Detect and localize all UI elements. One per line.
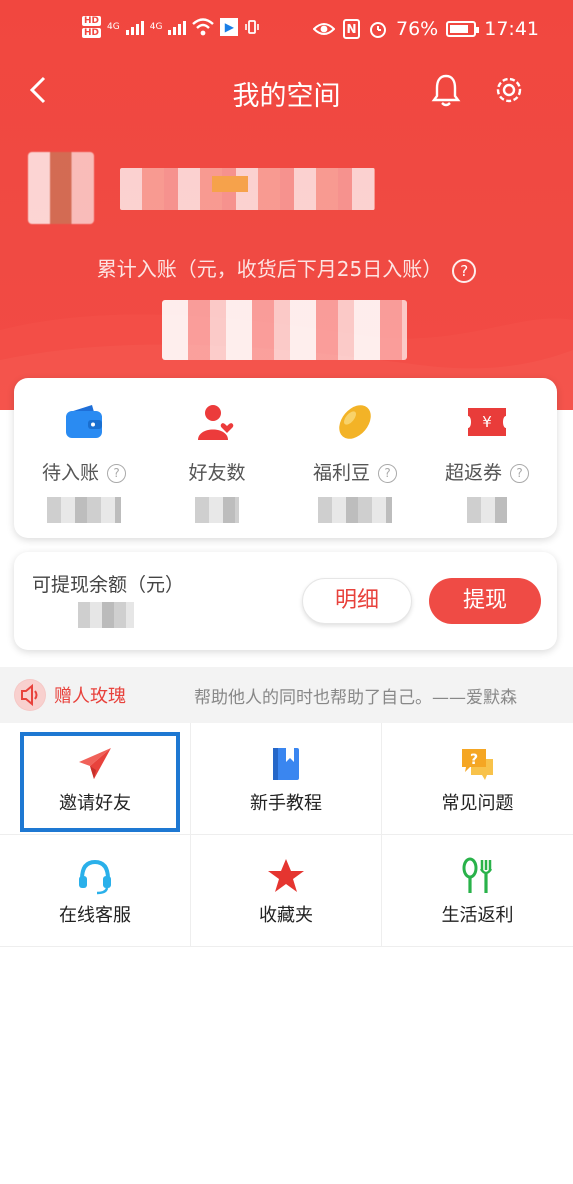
- alarm-icon: [370, 22, 386, 38]
- stat-beans[interactable]: 福利豆?: [290, 400, 420, 523]
- announcement-bar[interactable]: 赠人玫瑰 帮助他人的同时也帮助了自己。——爱默森: [0, 667, 573, 723]
- hd-icon: HD: [82, 28, 102, 38]
- vibrate-icon: [245, 20, 260, 34]
- grid-item-label: 收藏夹: [259, 905, 313, 926]
- stats-card: 待入账? 好友数 福利豆? ¥ 超返券?: [14, 378, 557, 538]
- headset-icon: [79, 859, 111, 895]
- clock: 17:41: [484, 18, 539, 40]
- battery-icon: [446, 21, 480, 37]
- grid-item-tutorial[interactable]: 新手教程: [191, 723, 382, 835]
- help-icon[interactable]: ?: [452, 258, 477, 283]
- stat-pending[interactable]: 待入账?: [19, 400, 149, 523]
- withdraw-card: 可提现余额（元） 明细 提现: [14, 552, 557, 650]
- star-icon: [268, 859, 304, 892]
- withdrawable-value-redacted: [78, 602, 134, 628]
- detail-button[interactable]: 明细: [302, 578, 412, 624]
- network-type: 4G: [149, 22, 163, 32]
- paper-plane-icon: [79, 748, 111, 779]
- my-space-page: HD HD 4G 4G ▶ N 76% 17:41 我的空间 累计入账（元，收货…: [0, 0, 573, 1184]
- signal-icon: [168, 19, 187, 35]
- svg-text:?: ?: [469, 752, 477, 768]
- announcement-text: 帮助他人的同时也帮助了自己。——爱默森: [194, 688, 517, 708]
- status-left: HD HD 4G 4G ▶: [82, 16, 260, 38]
- earnings-label-text: 累计入账（元，收货后下月25日入账）: [96, 257, 443, 281]
- stat-label: 福利豆: [312, 462, 370, 484]
- earnings-amount-redacted: [162, 300, 407, 360]
- username-redacted: [120, 168, 375, 210]
- svg-text:¥: ¥: [482, 413, 492, 431]
- grid-item-faq[interactable]: ? 常见问题: [382, 723, 573, 835]
- grid-item-label: 在线客服: [59, 905, 131, 926]
- signal-icon: [125, 19, 144, 35]
- nfc-icon: N: [343, 19, 360, 39]
- grid-item-online-service[interactable]: 在线客服: [0, 835, 191, 947]
- stat-label: 超返券: [444, 462, 502, 484]
- feature-grid: 邀请好友 新手教程 ? 常见问题 在线客服 收藏夹 生活返利: [0, 723, 573, 947]
- grid-item-label: 新手教程: [250, 793, 322, 814]
- stat-coupons[interactable]: ¥ 超返券?: [422, 400, 552, 523]
- nav-bar: 我的空间: [0, 64, 573, 120]
- announcement-tag: 赠人玫瑰: [54, 686, 126, 707]
- help-icon[interactable]: ?: [378, 464, 397, 483]
- network-type: 4G: [107, 22, 120, 32]
- help-icon[interactable]: ?: [107, 464, 126, 483]
- stat-value-redacted: [467, 497, 507, 523]
- status-right: N 76% 17:41: [313, 18, 539, 40]
- withdrawable-label: 可提现余额（元）: [32, 574, 185, 596]
- withdraw-button[interactable]: 提现: [429, 578, 541, 624]
- question-chat-icon: ?: [461, 749, 493, 780]
- status-bar: HD HD 4G 4G ▶ N 76% 17:41: [0, 0, 573, 64]
- speaker-icon: [14, 679, 46, 711]
- grid-item-invite-friends[interactable]: 邀请好友: [0, 723, 191, 835]
- avatar[interactable]: [28, 152, 94, 224]
- stat-friends[interactable]: 好友数: [152, 400, 282, 523]
- grid-item-favorites[interactable]: 收藏夹: [191, 835, 382, 947]
- stat-value-redacted: [318, 497, 392, 523]
- grid-item-label: 邀请好友: [59, 793, 131, 814]
- bean-icon: [339, 405, 371, 439]
- hd-icon: HD: [82, 16, 102, 26]
- grid-item-label: 生活返利: [441, 905, 514, 926]
- battery-percent: 76%: [396, 18, 439, 40]
- wifi-icon: [192, 18, 215, 36]
- stat-label: 好友数: [188, 462, 246, 484]
- eye-icon: [313, 23, 335, 35]
- wallet-icon: [66, 405, 102, 438]
- book-icon: [273, 748, 299, 780]
- stat-value-redacted: [47, 497, 121, 523]
- stat-value-redacted: [195, 497, 239, 523]
- coupon-icon: ¥: [468, 408, 506, 436]
- level-badge: [212, 176, 248, 192]
- page-title: 我的空间: [232, 81, 341, 112]
- fork-knife-icon: [462, 857, 492, 893]
- app-notification-icon: ▶: [220, 18, 239, 36]
- gear-icon[interactable]: [492, 72, 526, 108]
- help-icon[interactable]: ?: [510, 464, 529, 483]
- friends-icon: [198, 405, 235, 440]
- hd-badges: HD HD: [82, 16, 102, 38]
- bell-icon[interactable]: [430, 72, 462, 108]
- grid-item-label: 常见问题: [441, 793, 514, 814]
- grid-item-life-rebate[interactable]: 生活返利: [382, 835, 573, 947]
- stat-label: 待入账: [41, 462, 99, 484]
- earnings-label: 累计入账（元，收货后下月25日入账）?: [0, 253, 573, 283]
